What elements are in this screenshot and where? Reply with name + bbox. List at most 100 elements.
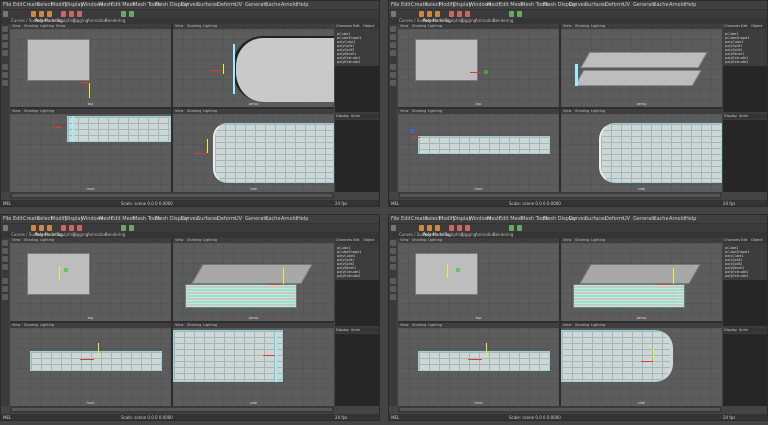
fps-readout[interactable]: 24 fps	[723, 200, 735, 206]
paint-icon[interactable]	[47, 11, 52, 17]
layout-four-icon[interactable]	[390, 72, 396, 78]
x-axis-handle[interactable]	[657, 284, 671, 285]
mode-icon[interactable]	[3, 11, 8, 17]
select-tool-icon[interactable]	[390, 240, 396, 246]
outliner-item[interactable]: polyExtrude2	[337, 274, 360, 278]
panel-tab[interactable]: Object	[751, 238, 762, 243]
x-axis-handle[interactable]	[80, 82, 88, 83]
panel-tab[interactable]: Channels	[724, 238, 740, 243]
fps-readout[interactable]: 24 fps	[335, 414, 347, 420]
viewport-front[interactable]: View Shading Lighting front	[10, 323, 171, 406]
menu-item[interactable]: Curves	[569, 2, 586, 8]
select-icon[interactable]	[419, 11, 424, 17]
paint-icon[interactable]	[435, 11, 440, 17]
snap-point-icon[interactable]	[465, 225, 470, 231]
select-tool-icon[interactable]	[2, 240, 8, 246]
book-cover-top[interactable]	[580, 52, 708, 68]
layer-tab[interactable]: Anim	[739, 114, 748, 119]
menu-item[interactable]: Cache	[265, 216, 281, 222]
select-tool-icon[interactable]	[390, 26, 396, 32]
viewport-side[interactable]: View Shading Lighting side	[561, 109, 722, 192]
x-axis-handle[interactable]	[52, 127, 62, 128]
y-axis-handle[interactable]	[207, 139, 208, 153]
viewport-side[interactable]: View Shading Lighting side	[173, 109, 334, 192]
panel-tab[interactable]: Channels	[724, 24, 740, 29]
snap-grid-icon[interactable]	[449, 225, 454, 231]
move-tool-icon[interactable]	[2, 34, 8, 40]
layout-two-icon[interactable]	[390, 80, 396, 86]
select-icon[interactable]	[419, 225, 424, 231]
menu-item[interactable]: Deform	[217, 216, 236, 222]
ipr-icon[interactable]	[129, 11, 134, 17]
menu-item[interactable]: File	[3, 216, 11, 222]
layout-two-icon[interactable]	[390, 294, 396, 300]
viewport-persp[interactable]: View Shading Lighting persp	[173, 24, 334, 107]
select-tool-icon[interactable]	[2, 26, 8, 32]
book-cover-bottom[interactable]	[574, 70, 702, 86]
panel-tab[interactable]: Channels	[336, 24, 352, 29]
book-front-mesh[interactable]	[418, 136, 550, 154]
move-tool-icon[interactable]	[390, 248, 396, 254]
range-slider[interactable]	[400, 194, 720, 197]
rotate-tool-icon[interactable]	[2, 256, 8, 262]
fps-readout[interactable]: 24 fps	[335, 200, 347, 206]
menu-item[interactable]: Deform	[605, 216, 624, 222]
snap-point-icon[interactable]	[77, 11, 82, 17]
menu-item[interactable]: Cache	[265, 2, 281, 8]
rotate-handle[interactable]	[484, 70, 488, 74]
viewport-top[interactable]: View Shading Lighting top	[398, 24, 559, 107]
layer-tab[interactable]: Anim	[351, 114, 360, 119]
book-spine-mesh[interactable]	[233, 36, 334, 102]
viewport-front[interactable]: View Shading Lighting front	[10, 109, 171, 192]
menu-item[interactable]: Edit Mesh	[111, 2, 135, 8]
menu-item[interactable]: UV	[623, 216, 630, 222]
book-front-mesh[interactable]	[30, 351, 162, 371]
menu-item[interactable]: Curves	[181, 2, 198, 8]
outliner-item[interactable]: polyExtrude2	[337, 60, 360, 64]
ipr-icon[interactable]	[517, 225, 522, 231]
rotate-handle[interactable]	[64, 268, 68, 272]
menu-item[interactable]: Curves	[569, 216, 586, 222]
lasso-icon[interactable]	[427, 11, 432, 17]
mode-icon[interactable]	[391, 11, 396, 17]
menu-item[interactable]: Arnold	[281, 216, 297, 222]
layer-tab[interactable]: Anim	[739, 328, 748, 333]
y-axis-handle[interactable]	[653, 347, 654, 361]
layout-two-icon[interactable]	[2, 80, 8, 86]
rotate-tool-icon[interactable]	[390, 256, 396, 262]
lasso-icon[interactable]	[427, 225, 432, 231]
fps-readout[interactable]: 24 fps	[723, 414, 735, 420]
scale-tool-icon[interactable]	[2, 264, 8, 270]
menu-item[interactable]: Surfaces	[197, 216, 219, 222]
outliner-item[interactable]: polyExtrude2	[725, 60, 748, 64]
mode-icon[interactable]	[3, 225, 8, 231]
viewport-persp[interactable]: View Shading Lighting persp	[561, 238, 722, 321]
move-tool-icon[interactable]	[2, 248, 8, 254]
menu-item[interactable]: Curves	[181, 216, 198, 222]
book-cover-top[interactable]	[191, 264, 313, 284]
menu-item[interactable]: Edit	[13, 2, 23, 8]
book-front-mesh[interactable]	[67, 116, 171, 142]
snap-curve-icon[interactable]	[457, 225, 462, 231]
lasso-icon[interactable]	[39, 11, 44, 17]
panel-tab[interactable]: Edit	[353, 238, 360, 243]
range-slider[interactable]	[400, 408, 720, 411]
menu-item[interactable]: Deform	[605, 2, 624, 8]
rotate-tool-icon[interactable]	[2, 42, 8, 48]
menu-item[interactable]: Cache	[653, 2, 669, 8]
x-axis-handle[interactable]	[269, 284, 281, 285]
menu-item[interactable]: Edit	[401, 2, 411, 8]
ipr-icon[interactable]	[517, 11, 522, 17]
ipr-icon[interactable]	[129, 225, 134, 231]
menu-item[interactable]: Edit Mesh	[499, 216, 523, 222]
snap-grid-icon[interactable]	[61, 225, 66, 231]
x-axis-handle[interactable]	[195, 153, 207, 154]
layer-tab[interactable]: Display	[336, 328, 349, 333]
menu-item[interactable]: Arnold	[669, 2, 685, 8]
layer-tab[interactable]: Display	[724, 328, 737, 333]
snap-grid-icon[interactable]	[449, 11, 454, 17]
panel-tab[interactable]: Edit	[741, 238, 748, 243]
snap-point-icon[interactable]	[77, 225, 82, 231]
layout-two-icon[interactable]	[2, 294, 8, 300]
x-axis-handle[interactable]	[211, 70, 221, 71]
